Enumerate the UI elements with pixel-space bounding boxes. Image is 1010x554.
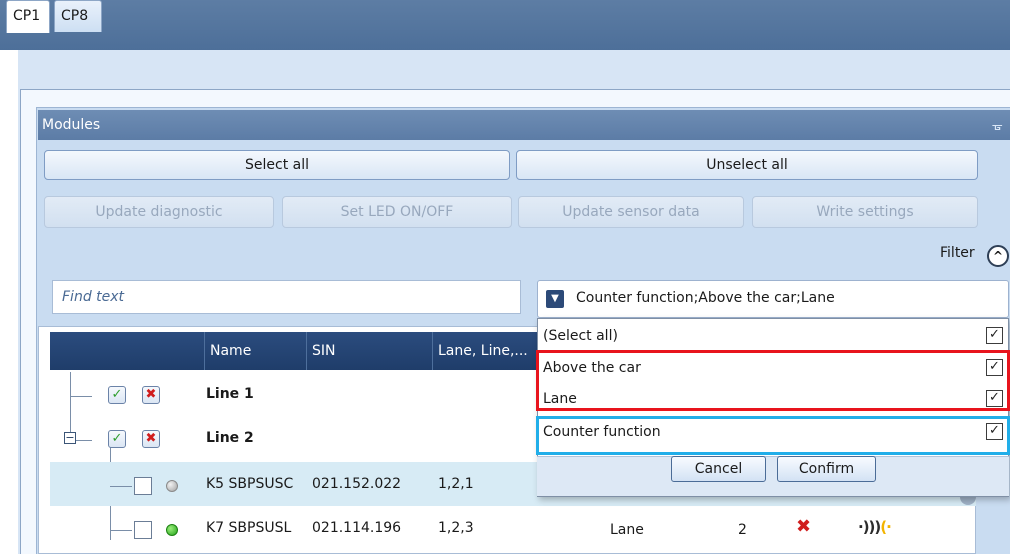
find-text-input[interactable] [52,280,521,314]
column-header-sin[interactable]: SIN [306,332,432,370]
row-function: Lane [610,522,644,538]
grid-header: Name SIN Lane, Line,... [50,332,538,370]
filter-combo[interactable]: ▼ Counter function;Above the car;Lane [537,280,1009,318]
update-sensor-data-button[interactable]: Update sensor data [518,196,744,228]
tab-cp8[interactable]: CP8 [54,0,102,32]
check-green-icon[interactable]: ✓ [108,386,126,404]
table-row[interactable]: K7 SBPSUSL 021.114.196 1,2,3 Lane 2 ✖ ·)… [50,506,976,554]
write-settings-button[interactable]: Write settings [752,196,978,228]
delete-icon[interactable]: ✖ [796,516,811,537]
window-titlebar [0,0,1010,50]
row-sin: 021.152.022 [312,476,402,492]
row-sin: 021.114.196 [312,520,402,536]
tree-line [110,530,132,531]
row-address: 1,2,3 [438,520,474,536]
dropdown-item-checkbox[interactable]: ✓ [986,327,1003,344]
dropdown-arrow-icon[interactable]: ▼ [546,290,564,308]
sensor-signal-icon: ·)))(· [858,518,892,536]
row-name: K5 SBPSUSC [206,476,294,492]
column-header-lane-line[interactable]: Lane, Line,... [432,332,538,370]
row-checkbox[interactable] [134,521,152,539]
row-name: Line 2 [206,430,254,446]
modules-title: Modules [42,117,101,133]
led-status-icon [166,524,178,536]
highlight-box-red [536,350,1010,411]
confirm-button[interactable]: Confirm [777,456,876,482]
set-led-button[interactable]: Set LED ON/OFF [282,196,512,228]
dropdown-item-select-all[interactable]: (Select all) ✓ [541,323,1010,349]
row-checkbox[interactable] [134,477,152,495]
close-red-icon[interactable]: ✖ [142,430,160,448]
select-all-button[interactable]: Select all [44,150,510,180]
column-header-name[interactable]: Name [204,332,306,370]
close-red-icon[interactable]: ✖ [142,386,160,404]
collapse-minus-icon[interactable]: − [64,432,76,444]
dropdown-footer [537,456,1009,496]
filter-label: Filter [940,245,975,261]
tree-line [110,486,132,487]
dropdown-item-label: (Select all) [543,328,618,344]
highlight-box-blue [536,416,1010,455]
unselect-all-button[interactable]: Unselect all [516,150,978,180]
led-status-icon [166,480,178,492]
modules-header: Modules ᚗ [38,110,1010,140]
check-green-icon[interactable]: ✓ [108,430,126,448]
filter-combo-value: Counter function;Above the car;Lane [576,290,835,306]
row-address: 1,2,1 [438,476,474,492]
pin-icon[interactable]: ᚗ [993,110,1002,140]
cancel-button[interactable]: Cancel [671,456,766,482]
row-count: 2 [738,522,747,538]
collapse-up-icon[interactable]: ^ [987,245,1009,267]
row-name: Line 1 [206,386,254,402]
update-diagnostic-button[interactable]: Update diagnostic [44,196,274,228]
tab-cp1[interactable]: CP1 [6,0,50,33]
row-name: K7 SBPSUSL [206,520,292,536]
